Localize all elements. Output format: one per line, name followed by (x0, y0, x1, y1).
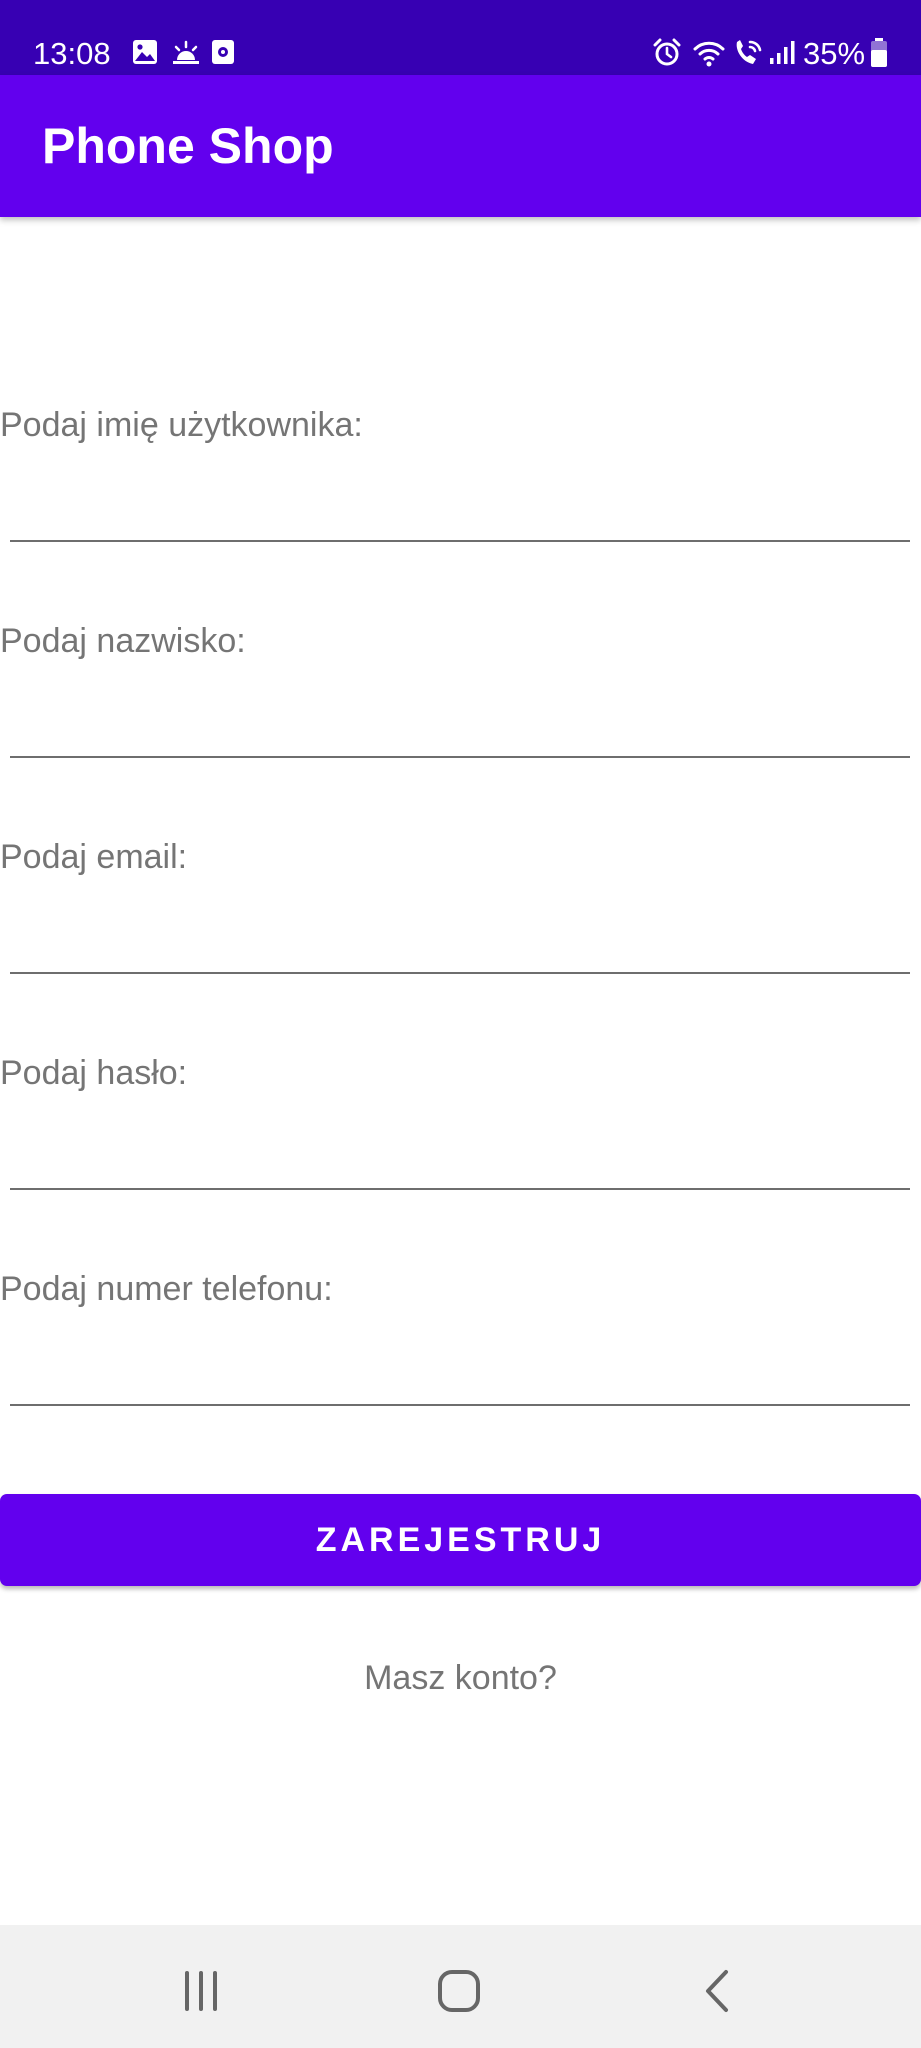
home-icon (438, 1970, 480, 2012)
back-button[interactable] (687, 1961, 747, 2021)
email-field[interactable] (10, 908, 910, 974)
signal-icon (770, 41, 795, 64)
app-bar: Phone Shop (0, 75, 921, 217)
screen-record-icon (212, 40, 234, 64)
password-field[interactable] (10, 1124, 910, 1190)
have-account-link[interactable]: Masz konto? (0, 1658, 921, 1698)
register-button[interactable]: ZAREJESTRUJ (0, 1494, 921, 1586)
status-bar: 13:08 35% (0, 0, 921, 75)
battery-percentage: 35% (803, 36, 866, 71)
app-title: Phone Shop (42, 118, 334, 174)
password-label: Podaj hasło: (0, 1054, 188, 1092)
status-time: 13:08 (33, 36, 111, 71)
email-label: Podaj email: (0, 838, 188, 876)
weather-icon (173, 40, 199, 64)
navigation-bar (0, 1925, 921, 2048)
last-name-field[interactable] (10, 692, 910, 758)
phone-number-field[interactable] (10, 1340, 910, 1406)
recent-apps-button[interactable] (171, 1961, 231, 2021)
recent-apps-icon (185, 1971, 217, 2011)
phone-number-label: Podaj numer telefonu: (0, 1270, 333, 1308)
image-icon (133, 40, 157, 64)
battery-icon (871, 38, 887, 67)
first-name-label: Podaj imię użytkownika: (0, 406, 363, 444)
last-name-label: Podaj nazwisko: (0, 622, 246, 660)
first-name-field[interactable] (10, 476, 910, 542)
alarm-icon (653, 38, 681, 66)
home-button[interactable] (429, 1961, 489, 2021)
back-icon (706, 1970, 728, 2012)
wifi-icon (693, 41, 725, 67)
wifi-calling-icon (736, 40, 762, 64)
